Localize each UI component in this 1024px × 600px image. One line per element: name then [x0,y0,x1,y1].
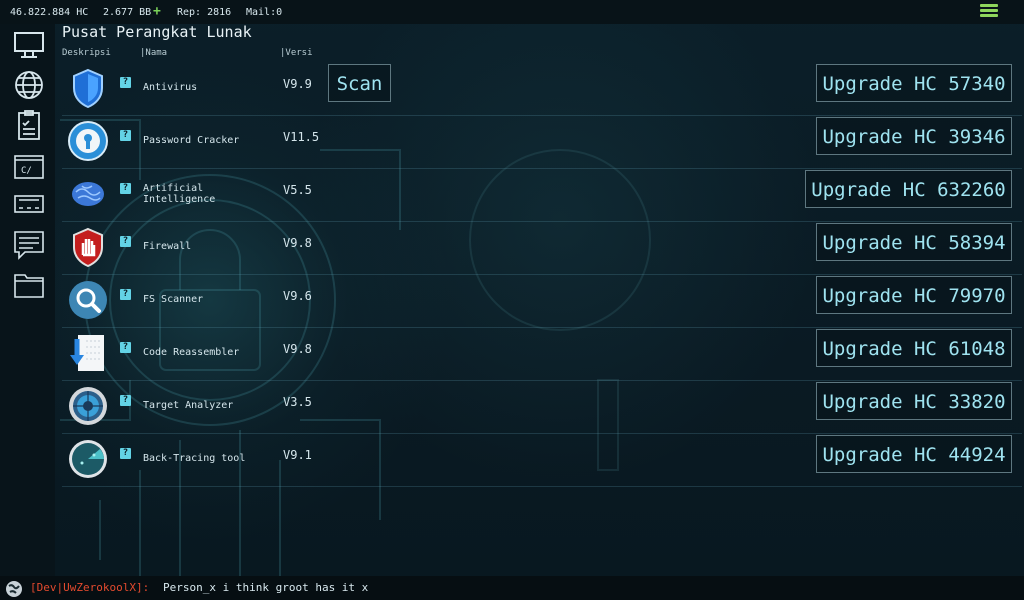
software-row-code-reassembler: ? Code Reassembler V9.8 Upgrade HC 61048 [62,327,1022,381]
monitor-icon[interactable] [13,29,45,61]
scan-button[interactable]: Scan [328,64,391,102]
shield-icon [73,68,103,108]
upgrade-button[interactable]: Upgrade HC 44924 [816,435,1012,473]
upgrade-button[interactable]: Upgrade HC 58394 [816,223,1012,261]
top-status-bar: 46.822.884 HC 2.677 BB + Rep: 2816 Mail:… [0,0,1024,24]
software-name: Antivirus [143,82,198,93]
terminal-icon[interactable]: C/ [13,150,45,182]
software-name: Code Reassembler [143,347,240,358]
software-row-firewall: ? Firewall V9.8 Upgrade HC 58394 [62,221,1022,275]
globe-avatar-icon [6,581,22,597]
chat-message: Person_x i think groot has it x [163,581,369,594]
software-row-target-analyzer: ? Target Analyzer V3.5 Upgrade HC 33820 [62,380,1022,434]
chat-username[interactable]: [Dev|UwZerokoolX]: [30,581,149,594]
clipboard-icon[interactable] [13,109,45,141]
bb-balance: 2.677 BB [103,7,152,18]
hand-shield-icon [73,227,103,267]
column-version: |Versi [280,48,313,58]
download-doc-icon [70,335,104,371]
column-description: Deskripsi [62,48,111,58]
keyhole-icon [68,121,108,161]
software-name: Password Cracker [143,135,240,146]
radar-icon [69,440,107,478]
software-version: V9.1 [283,448,312,462]
chat-bar[interactable]: [Dev|UwZerokoolX]: Person_x i think groo… [0,576,1024,600]
software-row-artificial-intelligence: ? Artificial Intelligence V5.5 Upgrade H… [62,168,1022,222]
software-row-fs-scanner: ? FS Scanner V9.6 Upgrade HC 79970 [62,274,1022,328]
column-name: |Nama [140,48,168,58]
software-row-back-tracing-tool: ? Back-Tracing tool V9.1 Upgrade HC 4492… [62,433,1022,487]
add-currency-icon[interactable]: + [153,4,161,19]
upgrade-button[interactable]: Upgrade HC 632260 [805,170,1012,208]
software-name: Target Analyzer [143,400,234,411]
sidebar: C/ [0,24,55,576]
software-version: V9.8 [283,342,312,356]
software-row-antivirus: ? Antivirus V9.9 Scan Upgrade HC 57340 [62,62,1022,116]
help-icon[interactable]: ? [120,395,131,406]
globe-icon[interactable] [13,69,45,101]
software-name: Artificial Intelligence [143,183,216,205]
brain-icon [72,182,104,206]
svg-text:C/: C/ [21,166,32,176]
upgrade-button[interactable]: Upgrade HC 79970 [816,276,1012,314]
software-version: V11.5 [283,130,320,144]
software-version: V9.6 [283,289,312,303]
software-version: V5.5 [283,183,312,197]
software-name: FS Scanner [143,294,204,305]
page-title: Pusat Perangkat Lunak [62,23,252,41]
help-icon[interactable]: ? [120,289,131,300]
help-icon[interactable]: ? [120,130,131,141]
upgrade-button[interactable]: Upgrade HC 33820 [816,382,1012,420]
reputation: Rep: 2816 [177,7,232,18]
software-version: V9.8 [283,236,312,250]
software-version: V3.5 [283,395,312,409]
help-icon[interactable]: ? [120,342,131,353]
folder-icon[interactable] [13,269,45,301]
mail-count[interactable]: Mail:0 [246,7,282,18]
upgrade-button[interactable]: Upgrade HC 39346 [816,117,1012,155]
magnifier-icon [69,281,107,319]
upgrade-button[interactable]: Upgrade HC 61048 [816,329,1012,367]
help-icon[interactable]: ? [120,77,131,88]
software-row-password-cracker: ? Password Cracker V11.5 Upgrade HC 3934… [62,115,1022,169]
server-icon[interactable] [13,188,45,220]
target-icon [69,387,107,425]
hc-balance: 46.822.884 HC [10,7,89,18]
software-version: V9.9 [283,77,312,91]
help-icon[interactable]: ? [120,236,131,247]
software-name: Back-Tracing tool [143,453,246,464]
menu-icon[interactable] [980,4,998,20]
upgrade-button[interactable]: Upgrade HC 57340 [816,64,1012,102]
help-icon[interactable]: ? [120,183,131,194]
software-name: Firewall [143,241,192,252]
chat-icon[interactable] [13,228,45,260]
help-icon[interactable]: ? [120,448,131,459]
